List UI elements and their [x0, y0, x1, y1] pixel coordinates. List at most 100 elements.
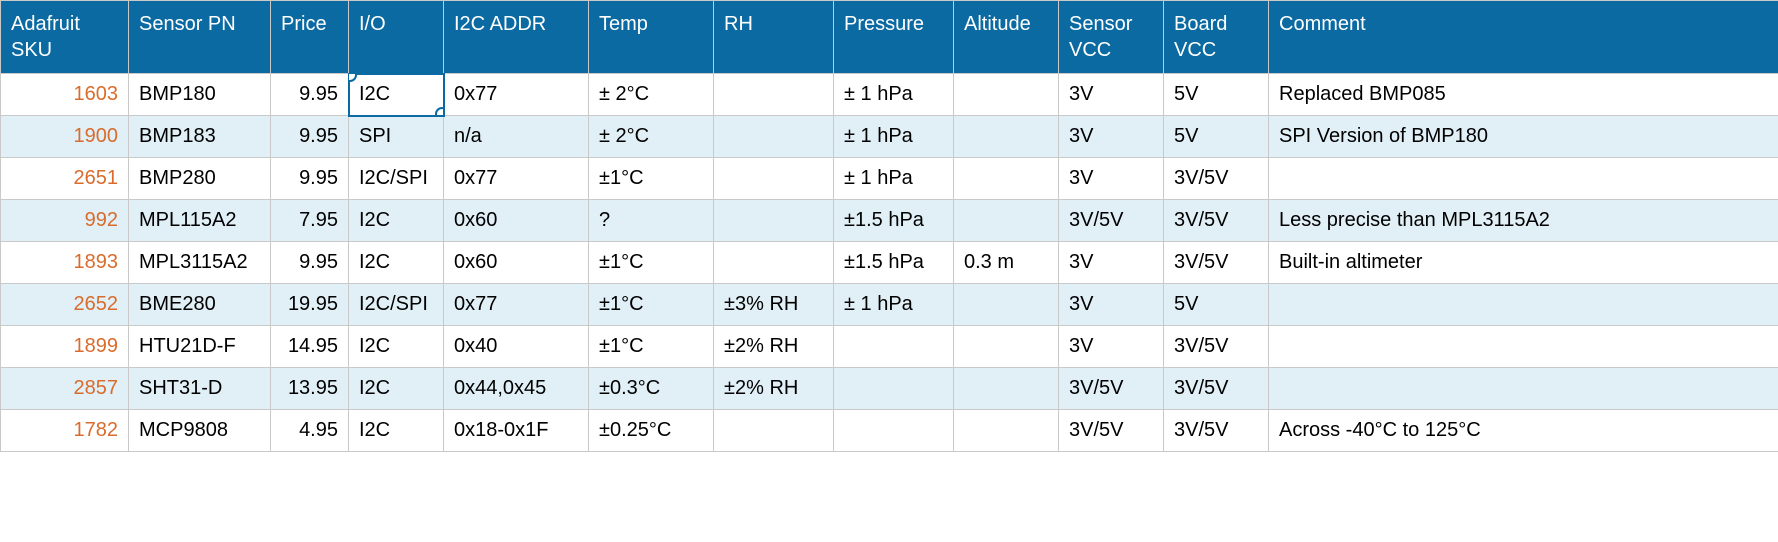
- cell-rh[interactable]: ±3% RH: [714, 284, 834, 326]
- cell-addr[interactable]: 0x77: [444, 74, 589, 116]
- cell-press[interactable]: [834, 326, 954, 368]
- cell-temp[interactable]: ?: [589, 200, 714, 242]
- cell-svcc[interactable]: 3V: [1059, 158, 1164, 200]
- cell-alt[interactable]: [954, 158, 1059, 200]
- cell-rh[interactable]: [714, 410, 834, 452]
- cell-comment[interactable]: Built-in altimeter: [1269, 242, 1778, 284]
- cell-addr[interactable]: 0x44,0x45: [444, 368, 589, 410]
- header-addr[interactable]: I2C ADDR: [444, 1, 589, 74]
- cell-comment[interactable]: Replaced BMP085: [1269, 74, 1778, 116]
- cell-addr[interactable]: n/a: [444, 116, 589, 158]
- cell-temp[interactable]: ±1°C: [589, 242, 714, 284]
- cell-pn[interactable]: MPL115A2: [129, 200, 271, 242]
- cell-comment[interactable]: [1269, 368, 1778, 410]
- header-press[interactable]: Pressure: [834, 1, 954, 74]
- cell-bvcc[interactable]: 3V/5V: [1164, 326, 1269, 368]
- cell-price[interactable]: 7.95: [271, 200, 349, 242]
- cell-press[interactable]: ± 1 hPa: [834, 116, 954, 158]
- cell-io[interactable]: I2C: [349, 242, 444, 284]
- header-rh[interactable]: RH: [714, 1, 834, 74]
- cell-alt[interactable]: 0.3 m: [954, 242, 1059, 284]
- cell-temp[interactable]: ±1°C: [589, 284, 714, 326]
- cell-sku[interactable]: 1900: [1, 116, 129, 158]
- cell-rh[interactable]: ±2% RH: [714, 326, 834, 368]
- cell-sku[interactable]: 1893: [1, 242, 129, 284]
- cell-rh[interactable]: [714, 242, 834, 284]
- cell-price[interactable]: 4.95: [271, 410, 349, 452]
- cell-sku[interactable]: 2651: [1, 158, 129, 200]
- cell-addr[interactable]: 0x18-0x1F: [444, 410, 589, 452]
- cell-bvcc[interactable]: 3V/5V: [1164, 368, 1269, 410]
- header-io[interactable]: I/O: [349, 1, 444, 74]
- cell-bvcc[interactable]: 5V: [1164, 74, 1269, 116]
- cell-press[interactable]: ± 1 hPa: [834, 158, 954, 200]
- cell-temp[interactable]: ± 2°C: [589, 74, 714, 116]
- cell-sku[interactable]: 1782: [1, 410, 129, 452]
- cell-pn[interactable]: BME280: [129, 284, 271, 326]
- cell-comment[interactable]: [1269, 284, 1778, 326]
- cell-price[interactable]: 9.95: [271, 158, 349, 200]
- cell-price[interactable]: 9.95: [271, 116, 349, 158]
- cell-io[interactable]: I2C: [349, 410, 444, 452]
- cell-press[interactable]: ±1.5 hPa: [834, 200, 954, 242]
- cell-addr[interactable]: 0x40: [444, 326, 589, 368]
- cell-pn[interactable]: BMP183: [129, 116, 271, 158]
- cell-price[interactable]: 9.95: [271, 74, 349, 116]
- cell-alt[interactable]: [954, 284, 1059, 326]
- cell-addr[interactable]: 0x60: [444, 242, 589, 284]
- cell-rh[interactable]: [714, 158, 834, 200]
- header-temp[interactable]: Temp: [589, 1, 714, 74]
- cell-press[interactable]: [834, 410, 954, 452]
- header-bvcc[interactable]: Board VCC: [1164, 1, 1269, 74]
- cell-comment[interactable]: Across -40°C to 125°C: [1269, 410, 1778, 452]
- cell-bvcc[interactable]: 3V/5V: [1164, 410, 1269, 452]
- cell-io[interactable]: SPI: [349, 116, 444, 158]
- cell-svcc[interactable]: 3V: [1059, 326, 1164, 368]
- cell-sku[interactable]: 1899: [1, 326, 129, 368]
- header-alt[interactable]: Altitude: [954, 1, 1059, 74]
- cell-svcc[interactable]: 3V/5V: [1059, 410, 1164, 452]
- cell-comment[interactable]: SPI Version of BMP180: [1269, 116, 1778, 158]
- cell-svcc[interactable]: 3V: [1059, 284, 1164, 326]
- cell-pn[interactable]: SHT31-D: [129, 368, 271, 410]
- cell-io[interactable]: I2C: [349, 200, 444, 242]
- cell-rh[interactable]: [714, 116, 834, 158]
- cell-alt[interactable]: [954, 410, 1059, 452]
- cell-io[interactable]: I2C/SPI: [349, 158, 444, 200]
- cell-svcc[interactable]: 3V: [1059, 74, 1164, 116]
- header-sku[interactable]: Adafruit SKU: [1, 1, 129, 74]
- cell-addr[interactable]: 0x60: [444, 200, 589, 242]
- cell-press[interactable]: ±1.5 hPa: [834, 242, 954, 284]
- cell-sku[interactable]: 1603: [1, 74, 129, 116]
- cell-temp[interactable]: ± 2°C: [589, 116, 714, 158]
- cell-addr[interactable]: 0x77: [444, 284, 589, 326]
- cell-svcc[interactable]: 3V: [1059, 242, 1164, 284]
- cell-alt[interactable]: [954, 200, 1059, 242]
- cell-press[interactable]: ± 1 hPa: [834, 74, 954, 116]
- cell-press[interactable]: [834, 368, 954, 410]
- cell-pn[interactable]: BMP280: [129, 158, 271, 200]
- cell-comment[interactable]: Less precise than MPL3115A2: [1269, 200, 1778, 242]
- cell-alt[interactable]: [954, 74, 1059, 116]
- cell-rh[interactable]: [714, 200, 834, 242]
- cell-pn[interactable]: MPL3115A2: [129, 242, 271, 284]
- cell-price[interactable]: 9.95: [271, 242, 349, 284]
- cell-bvcc[interactable]: 3V/5V: [1164, 242, 1269, 284]
- cell-rh[interactable]: ±2% RH: [714, 368, 834, 410]
- cell-price[interactable]: 19.95: [271, 284, 349, 326]
- cell-bvcc[interactable]: 5V: [1164, 116, 1269, 158]
- cell-io[interactable]: I2C: [349, 326, 444, 368]
- cell-price[interactable]: 14.95: [271, 326, 349, 368]
- header-pn[interactable]: Sensor PN: [129, 1, 271, 74]
- cell-sku[interactable]: 992: [1, 200, 129, 242]
- cell-alt[interactable]: [954, 326, 1059, 368]
- cell-bvcc[interactable]: 3V/5V: [1164, 158, 1269, 200]
- cell-temp[interactable]: ±1°C: [589, 326, 714, 368]
- cell-io[interactable]: I2C: [349, 74, 444, 116]
- cell-press[interactable]: ± 1 hPa: [834, 284, 954, 326]
- cell-alt[interactable]: [954, 116, 1059, 158]
- cell-bvcc[interactable]: 5V: [1164, 284, 1269, 326]
- header-comment[interactable]: Comment: [1269, 1, 1778, 74]
- cell-io[interactable]: I2C: [349, 368, 444, 410]
- cell-sku[interactable]: 2652: [1, 284, 129, 326]
